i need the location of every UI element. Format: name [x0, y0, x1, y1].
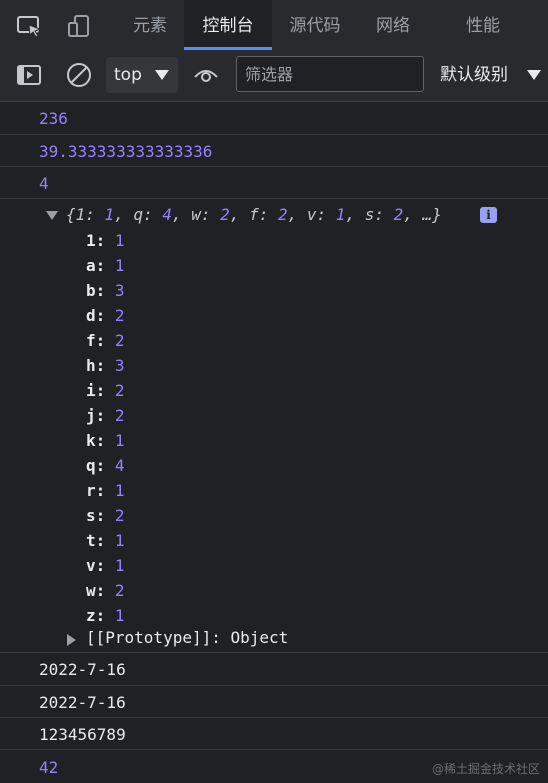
device-toolbar-icon[interactable] [66, 13, 92, 39]
object-property: d: 2 [86, 306, 125, 325]
string-value: 123456789 [39, 725, 126, 744]
devtools-tabbar: 元素 控制台 源代码 网络 性能 [0, 0, 548, 50]
object-property: j: 2 [86, 406, 125, 425]
object-property: z: 1 [86, 606, 125, 625]
console-message: 2022-7-16 [0, 686, 548, 718]
object-property: b: 3 [86, 281, 125, 300]
expand-arrow-down-icon[interactable] [46, 211, 58, 220]
tab-sources[interactable]: 源代码 [272, 0, 358, 50]
number-value: 236 [39, 109, 68, 128]
console-toolbar: top 默认级别 [0, 50, 548, 102]
show-sidebar-icon[interactable] [16, 62, 42, 88]
number-value: 42 [39, 758, 59, 777]
object-preview[interactable]: {1: 1, q: 4, w: 2, f: 2, v: 1, s: 2, …} [66, 205, 442, 224]
console-message: 4 [0, 167, 548, 199]
info-icon[interactable]: i [480, 207, 497, 223]
context-label: top [114, 65, 142, 85]
string-value: 2022-7-16 [39, 693, 126, 712]
chevron-down-icon [155, 70, 169, 80]
tab-console[interactable]: 控制台 [184, 0, 272, 50]
log-levels-dropdown[interactable]: 默认级别 [440, 50, 508, 100]
object-property: s: 2 [86, 506, 125, 525]
object-property: 1: 1 [86, 231, 125, 250]
string-value: 2022-7-16 [39, 660, 126, 679]
console-message: 39.333333333333336 [0, 135, 548, 167]
object-message: {1: 1, q: 4, w: 2, f: 2, v: 1, s: 2, …} … [0, 199, 548, 653]
number-value: 39.333333333333336 [39, 142, 213, 161]
object-property: r: 1 [86, 481, 125, 500]
tab-elements[interactable]: 元素 [116, 0, 184, 50]
console-output: 236 39.333333333333336 4 {1: 1, q: 4, w:… [0, 102, 548, 783]
object-property: w: 2 [86, 581, 125, 600]
filter-input[interactable] [236, 56, 424, 92]
object-property: i: 2 [86, 381, 125, 400]
clear-console-icon[interactable] [66, 62, 92, 88]
chevron-down-icon [527, 70, 541, 80]
number-value: 4 [39, 174, 49, 193]
prototype-entry[interactable]: [[Prototype]]: Object [86, 628, 288, 647]
object-property: k: 1 [86, 431, 125, 450]
console-message: 2022-7-16 [0, 653, 548, 686]
object-property: a: 1 [86, 256, 125, 275]
object-property: h: 3 [86, 356, 125, 375]
object-property: v: 1 [86, 556, 125, 575]
expand-arrow-right-icon[interactable] [67, 634, 76, 646]
object-property: t: 1 [86, 531, 125, 550]
context-selector[interactable]: top [106, 57, 178, 93]
object-property: q: 4 [86, 456, 125, 475]
live-expression-eye-icon[interactable] [193, 62, 219, 88]
watermark: @稀土掘金技术社区 [431, 762, 540, 776]
console-message: 123456789 [0, 718, 548, 750]
inspect-element-icon[interactable] [16, 13, 42, 39]
object-property: f: 2 [86, 331, 125, 350]
tab-network[interactable]: 网络 [358, 0, 428, 50]
tab-performance[interactable]: 性能 [450, 0, 516, 50]
console-message: 236 [0, 102, 548, 135]
